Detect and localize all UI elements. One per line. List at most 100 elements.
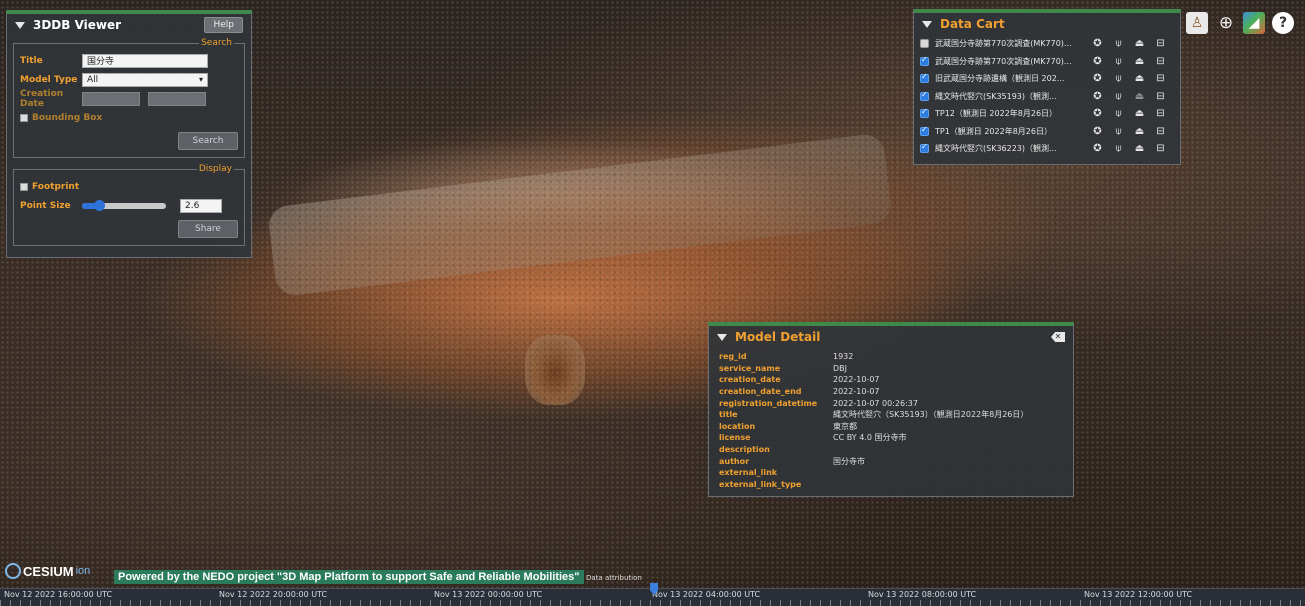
- footprint-label: Footprint: [32, 181, 80, 192]
- fly-to-icon[interactable]: ✪: [1089, 91, 1106, 102]
- data-attribution-link[interactable]: Data attribution: [586, 574, 642, 582]
- creation-date-end-input[interactable]: [148, 91, 206, 106]
- search-section: Search Title 国分寺 Model Type All ▾ Creati…: [13, 38, 245, 158]
- cart-item-checkbox[interactable]: [920, 107, 929, 119]
- model-type-select[interactable]: All ▾: [82, 72, 208, 87]
- detail-key: creation_date_end: [719, 387, 802, 397]
- data-cart-header[interactable]: Data Cart: [914, 13, 1180, 35]
- chevron-down-icon: ▾: [198, 75, 203, 84]
- close-icon[interactable]: ✕: [1051, 332, 1065, 342]
- fly-to-icon[interactable]: ✪: [1089, 108, 1106, 119]
- remove-icon[interactable]: ⊟: [1152, 91, 1169, 102]
- detail-row: service_name DBJ: [709, 363, 1073, 375]
- detail-key: service_name: [719, 363, 781, 373]
- excavation-pit-model: [525, 335, 585, 405]
- pin-icon[interactable]: ⍦: [1110, 91, 1127, 102]
- detail-key: registration_datetime: [719, 398, 818, 408]
- fly-to-icon[interactable]: ✪: [1089, 56, 1106, 67]
- timeline[interactable]: Nov 12 2022 16:00:00 UTC Nov 12 2022 20:…: [0, 583, 1305, 606]
- fly-to-icon[interactable]: ✪: [1089, 143, 1106, 154]
- detail-key: external_link_type: [719, 479, 802, 489]
- remove-icon[interactable]: ⊟: [1152, 108, 1169, 119]
- collapse-triangle-icon[interactable]: [15, 21, 25, 29]
- remove-icon[interactable]: ⊟: [1152, 143, 1169, 154]
- cart-item-checkbox[interactable]: [920, 55, 929, 66]
- bounding-box-checkbox[interactable]: [20, 113, 28, 122]
- cart-item[interactable]: 旧武蔵国分寺跡遺構（観測日 202... ✪ ⍦ ⏏ ⊟: [914, 70, 1180, 88]
- detail-key: title: [719, 410, 738, 420]
- pin-icon[interactable]: ⍦: [1110, 143, 1127, 154]
- detail-key: author: [719, 456, 750, 466]
- download-icon[interactable]: ⏏: [1131, 56, 1148, 67]
- download-icon[interactable]: ⏏: [1131, 108, 1148, 119]
- detail-value: 2022-10-07: [833, 375, 880, 385]
- model-detail-header[interactable]: Model Detail ✕: [709, 326, 1073, 348]
- remove-icon[interactable]: ⊟: [1152, 56, 1169, 67]
- pedestrian-icon[interactable]: ♙: [1186, 12, 1208, 34]
- title-input[interactable]: 国分寺: [82, 53, 208, 68]
- download-icon[interactable]: ⏏: [1131, 91, 1148, 102]
- point-size-slider[interactable]: [82, 199, 166, 211]
- pin-icon[interactable]: ⍦: [1110, 108, 1127, 119]
- collapse-triangle-icon[interactable]: [922, 20, 932, 28]
- creation-date-start-input[interactable]: [82, 91, 140, 106]
- download-icon[interactable]: ⏏: [1131, 73, 1148, 84]
- download-icon[interactable]: ⏏: [1131, 38, 1148, 49]
- collapse-triangle-icon[interactable]: [717, 333, 727, 341]
- timeline-label: Nov 13 2022 08:00:00 UTC: [868, 590, 977, 599]
- detail-key: external_link: [719, 468, 778, 478]
- cart-item[interactable]: TP1（観測日 2022年8月26日） ✪ ⍦ ⏏ ⊟: [914, 123, 1180, 141]
- fly-to-icon[interactable]: ✪: [1089, 126, 1106, 137]
- pin-icon[interactable]: ⍦: [1110, 38, 1127, 49]
- display-legend: Display: [198, 164, 232, 174]
- cart-item[interactable]: 縄文時代竪穴(SK35193)（観測... ✪ ⍦ ⏏ ⊟: [914, 88, 1180, 106]
- viewer-header[interactable]: 3DDB Viewer Help: [7, 14, 251, 36]
- pin-icon[interactable]: ⍦: [1110, 73, 1127, 84]
- detail-row: location 東京都: [709, 421, 1073, 433]
- detail-row: description: [709, 444, 1073, 456]
- footprint-checkbox[interactable]: [20, 182, 28, 191]
- pin-icon[interactable]: ⍦: [1110, 56, 1127, 67]
- map-layers-icon[interactable]: ◢: [1243, 12, 1265, 34]
- cesium-logo[interactable]: CESIUM ion: [5, 563, 90, 579]
- data-cart-list: 武蔵国分寺跡第770次調査(MK770)...✪⍦⏏⊟武蔵国分寺跡第770次調査…: [914, 35, 1180, 158]
- point-size-input[interactable]: 2.6: [180, 198, 222, 213]
- cart-item[interactable]: TP12（観測日 2022年8月26日） ✪ ⍦ ⏏ ⊟: [914, 105, 1180, 123]
- title-label: Title: [20, 55, 43, 66]
- detail-key: license: [719, 433, 751, 443]
- help-icon[interactable]: ?: [1272, 12, 1294, 34]
- detail-key: reg_id: [719, 352, 747, 362]
- search-button[interactable]: Search: [178, 131, 238, 150]
- cart-item-label: 武蔵国分寺跡第770次調査(MK770)...: [935, 56, 1072, 66]
- globe-icon[interactable]: ⊕: [1215, 12, 1237, 34]
- remove-icon[interactable]: ⊟: [1152, 73, 1169, 84]
- download-icon[interactable]: ⏏: [1131, 126, 1148, 137]
- stone-slab-model: [266, 132, 894, 298]
- detail-value: 東京都: [833, 421, 857, 431]
- fly-to-icon[interactable]: ✪: [1089, 73, 1106, 84]
- cart-item[interactable]: 武蔵国分寺跡第770次調査(MK770)... ✪ ⍦ ⏏ ⊟: [914, 53, 1180, 71]
- point-size-label: Point Size: [20, 200, 71, 211]
- fly-to-icon[interactable]: ✪: [1089, 38, 1106, 49]
- help-button[interactable]: Help: [204, 17, 243, 33]
- remove-icon[interactable]: ⊟: [1152, 38, 1169, 49]
- cart-item-checkbox[interactable]: [920, 142, 929, 154]
- search-legend: Search: [201, 38, 232, 48]
- cart-item-checkbox[interactable]: [920, 72, 929, 84]
- display-section: Display Footprint Point Size 2.6 Share: [13, 164, 245, 246]
- cart-item[interactable]: 縄文時代竪穴(SK36223)（観測... ✪ ⍦ ⏏ ⊟: [914, 140, 1180, 158]
- cart-item-checkbox[interactable]: [920, 39, 929, 49]
- remove-icon[interactable]: ⊟: [1152, 126, 1169, 137]
- cart-item[interactable]: 武蔵国分寺跡第770次調査(MK770)... ✪ ⍦ ⏏ ⊟: [914, 35, 1180, 53]
- cart-item-checkbox[interactable]: [920, 90, 929, 101]
- download-icon[interactable]: ⏏: [1131, 143, 1148, 154]
- point-size-slider-knob[interactable]: [93, 199, 105, 211]
- detail-row: reg_id 1932: [709, 351, 1073, 363]
- detail-row: external_link: [709, 467, 1073, 479]
- share-button[interactable]: Share: [178, 219, 238, 238]
- pin-icon[interactable]: ⍦: [1110, 126, 1127, 137]
- detail-key: description: [719, 445, 770, 455]
- model-type-label: Model Type: [20, 74, 78, 85]
- model-detail-panel: Model Detail ✕ reg_id 1932 service_name DBJ…: [708, 322, 1074, 497]
- cart-item-checkbox[interactable]: [920, 125, 929, 136]
